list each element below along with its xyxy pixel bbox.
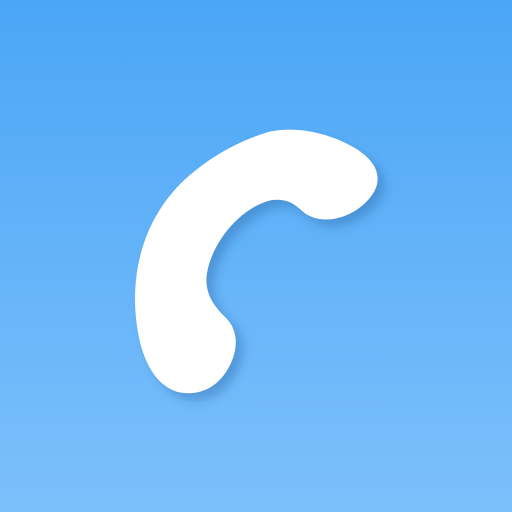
phone-handset-icon (135, 129, 378, 394)
phone-app-icon[interactable] (0, 0, 512, 512)
handset-shape (135, 129, 378, 394)
